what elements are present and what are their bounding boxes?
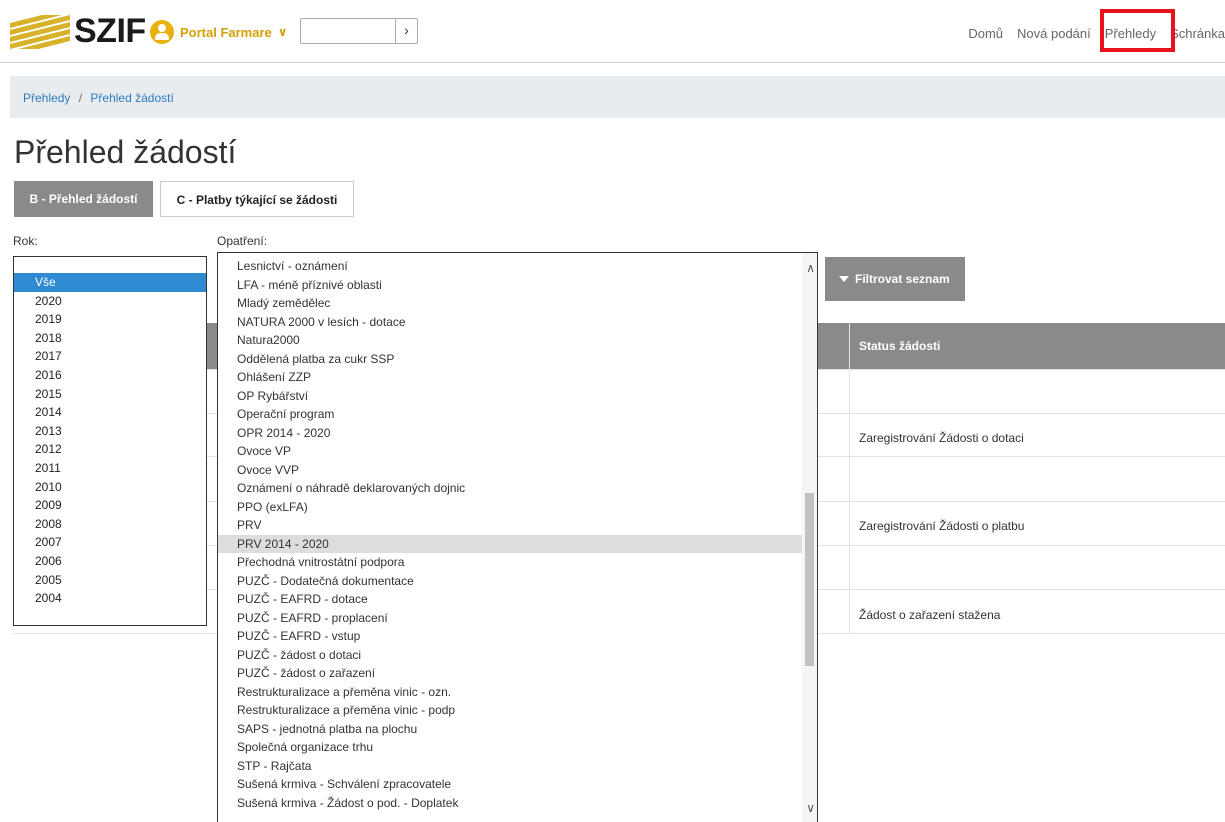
- measure-option[interactable]: Společná organizace trhu: [218, 738, 803, 757]
- measure-options: Lesnictví - oznámení LFA - méně příznivé …: [218, 253, 817, 812]
- measure-option[interactable]: Mladý zemědělec: [218, 294, 803, 313]
- measure-option[interactable]: Oznámení o náhradě deklarovaných dojnic: [218, 479, 803, 498]
- measure-option[interactable]: Restrukturalizace a přeměna vinic - ozn.: [218, 683, 803, 702]
- chevron-right-icon[interactable]: ›: [395, 19, 417, 43]
- measure-option[interactable]: PUZČ - EAFRD - vstup: [218, 627, 803, 646]
- measure-option[interactable]: LFA - méně příznivé oblasti: [218, 276, 803, 295]
- year-option[interactable]: 2020: [14, 292, 206, 311]
- measure-option[interactable]: Sušená krmiva - Žádost o pod. - Doplatek: [218, 794, 803, 813]
- tab-payments[interactable]: C - Platby týkající se žádosti: [160, 181, 354, 217]
- measure-option[interactable]: Oddělená platba za cukr SSP: [218, 350, 803, 369]
- filter-list-button[interactable]: Filtrovat seznam: [825, 257, 965, 301]
- filter-button-label: Filtrovat seznam: [855, 272, 950, 286]
- chevron-down-icon[interactable]: ∨: [806, 801, 815, 815]
- chevron-up-icon[interactable]: ∧: [806, 261, 815, 275]
- measure-option[interactable]: PUZČ - žádost o dotaci: [218, 646, 803, 665]
- portal-name: Portal Farmare: [180, 24, 272, 40]
- year-option[interactable]: 2011: [14, 459, 206, 478]
- year-option[interactable]: 2005: [14, 571, 206, 590]
- year-option[interactable]: Vše: [14, 273, 206, 292]
- measure-option[interactable]: PUZČ - Dodatečná dokumentace: [218, 572, 803, 591]
- portal-selector[interactable]: Portal Farmare ∨: [150, 20, 288, 44]
- measure-option[interactable]: Natura2000: [218, 331, 803, 350]
- year-option[interactable]: 2007: [14, 533, 206, 552]
- year-dropdown[interactable]: Vše 2020 2019 2018 2017 2016 2015 2014 2013 2012 2…: [13, 256, 207, 626]
- measure-option[interactable]: PRV 2014 - 2020: [218, 534, 803, 553]
- measure-label: Opatření:: [217, 234, 268, 248]
- year-option[interactable]: 2018: [14, 329, 206, 348]
- nav-new-submissions[interactable]: Nová podání: [1017, 26, 1091, 41]
- szif-logo[interactable]: SZIF: [10, 12, 146, 51]
- year-option[interactable]: 2006: [14, 552, 206, 571]
- breadcrumb-separator: /: [78, 91, 83, 105]
- logo-stripes-icon: [10, 14, 70, 49]
- year-option[interactable]: 2019: [14, 310, 206, 329]
- measure-option[interactable]: PPO (exLFA): [218, 498, 803, 517]
- measure-option[interactable]: PUZČ - žádost o zařazení: [218, 664, 803, 683]
- measure-option[interactable]: Operační program: [218, 405, 803, 424]
- breadcrumb: Přehledy / Přehled žádostí: [10, 76, 1225, 118]
- status-cell: Žádost o zařazení stažena: [859, 608, 1001, 622]
- dropdown-spacer: [14, 257, 206, 273]
- year-option[interactable]: 2004: [14, 589, 206, 608]
- measure-option[interactable]: Ovoce VP: [218, 442, 803, 461]
- year-option[interactable]: 2016: [14, 366, 206, 385]
- nav-inbox[interactable]: Schránka: [1170, 26, 1225, 41]
- filter-icon: [839, 275, 849, 282]
- measure-option[interactable]: OPR 2014 - 2020: [218, 424, 803, 443]
- dropdown-scrollbar[interactable]: ∧ ∨: [802, 253, 817, 822]
- page-title: Přehled žádostí: [14, 134, 237, 170]
- nav-home[interactable]: Domů: [968, 26, 1003, 41]
- year-option[interactable]: 2014: [14, 403, 206, 422]
- year-option[interactable]: 2009: [14, 496, 206, 515]
- measure-option[interactable]: OP Rybářství: [218, 387, 803, 406]
- measure-option[interactable]: SAPS - jednotná platba na plochu: [218, 720, 803, 739]
- year-option[interactable]: 2015: [14, 385, 206, 404]
- measure-option[interactable]: PRV: [218, 516, 803, 535]
- top-nav: Domů Nová podání Přehledy Schránka: [954, 26, 1225, 41]
- logo-text: SZIF: [74, 12, 146, 50]
- breadcrumb-overviews[interactable]: Přehledy: [23, 91, 70, 105]
- measure-option[interactable]: Sušená krmiva - Schválení zpracovatele: [218, 775, 803, 794]
- highlight-frame: [1100, 9, 1175, 52]
- year-label: Rok:: [13, 234, 38, 248]
- measure-option[interactable]: NATURA 2000 v lesích - dotace: [218, 313, 803, 332]
- measure-option[interactable]: PUZČ - EAFRD - dotace: [218, 590, 803, 609]
- status-cell: Zaregistrování Žádosti o platbu: [859, 519, 1025, 533]
- chevron-down-icon: ∨: [277, 25, 288, 39]
- user-icon: [150, 20, 174, 44]
- year-option[interactable]: 2010: [14, 478, 206, 497]
- year-option[interactable]: 2013: [14, 422, 206, 441]
- status-cell: Zaregistrování Žádosti o dotaci: [859, 431, 1024, 445]
- breadcrumb-applications[interactable]: Přehled žádostí: [90, 91, 173, 105]
- measure-dropdown[interactable]: Lesnictví - oznámení LFA - méně příznivé …: [217, 252, 818, 822]
- tab-applications-overview[interactable]: B - Přehled žádostí: [14, 181, 153, 217]
- measure-option[interactable]: Přechodná vnitrostátní podpora: [218, 553, 803, 572]
- year-option[interactable]: 2012: [14, 440, 206, 459]
- year-option[interactable]: 2008: [14, 515, 206, 534]
- search-input[interactable]: ›: [300, 18, 418, 44]
- scrollbar-thumb[interactable]: [805, 493, 814, 666]
- measure-option[interactable]: Ovoce VVP: [218, 461, 803, 480]
- measure-option[interactable]: PUZČ - EAFRD - proplacení: [218, 609, 803, 628]
- status-column-header[interactable]: Status žádosti: [859, 339, 940, 353]
- measure-option[interactable]: Lesnictví - oznámení: [218, 257, 803, 276]
- measure-option[interactable]: Ohlášení ZZP: [218, 368, 803, 387]
- top-header: SZIF Portal Farmare ∨ › Domů Nová podání…: [0, 0, 1225, 63]
- year-option[interactable]: 2017: [14, 347, 206, 366]
- measure-option[interactable]: Restrukturalizace a přeměna vinic - podp: [218, 701, 803, 720]
- measure-option[interactable]: STP - Rajčata: [218, 757, 803, 776]
